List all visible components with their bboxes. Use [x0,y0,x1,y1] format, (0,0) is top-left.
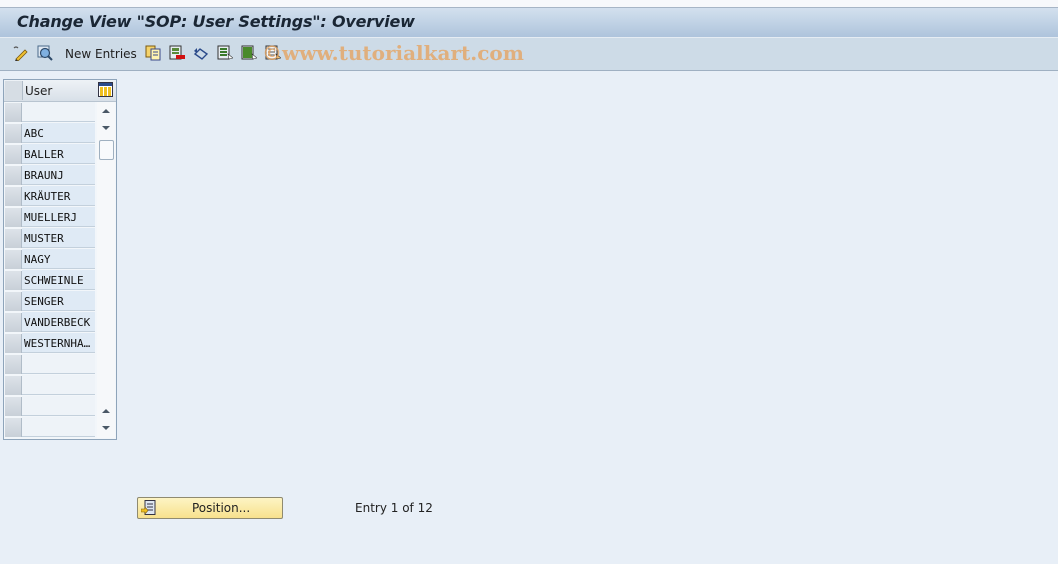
table-settings-icon[interactable] [98,82,113,97]
user-cell[interactable]: BRAUNJ [22,165,95,185]
user-cell[interactable]: SCHWEINLE [22,270,95,290]
row-selector[interactable] [5,103,22,122]
select-all-rows-button[interactable] [5,81,23,100]
page-up-button[interactable] [99,404,113,418]
display-change-icon[interactable] [12,45,28,61]
table-row: VANDERBECK [4,312,96,333]
application-toolbar: New Entries ©www.tutorialkart.com [0,38,1058,71]
title-bar: Change View "SOP: User Settings": Overvi… [0,8,1058,38]
table-row [4,375,96,396]
entry-counter: Entry 1 of 12 [355,501,433,515]
row-selector[interactable] [5,145,22,164]
user-cell[interactable] [22,396,95,416]
top-strip [0,0,1058,8]
table-row: MUELLERJ [4,207,96,228]
row-selector[interactable] [5,166,22,185]
table-row: SENGER [4,291,96,312]
arrow-down-icon [102,426,110,430]
user-cell[interactable]: NAGY [22,249,95,269]
row-selector[interactable] [5,334,22,353]
table-row: MUSTER [4,228,96,249]
table-rows: ABC BALLER BRAUNJ KRÄUTER MUELLERJ MUSTER NAGY… [4,102,96,438]
position-button-label: Position... [192,501,251,515]
user-cell[interactable]: VANDERBECK [22,312,95,332]
user-cell[interactable]: SENGER [22,291,95,311]
users-table: User ABC BALLER BRAUNJ KRÄUTER MUELLERJ MUSTE… [3,79,117,440]
row-selector[interactable] [5,124,22,143]
user-cell[interactable]: WESTERNHA… [22,333,95,353]
arrow-up-icon [102,409,110,413]
arrow-up-icon [102,109,110,113]
table-header: User [4,80,116,102]
row-selector[interactable] [5,187,22,206]
table-row: BRAUNJ [4,165,96,186]
row-selector[interactable] [5,418,22,437]
user-cell[interactable] [22,375,95,395]
table-row [4,396,96,417]
arrow-down-icon [102,126,110,130]
row-selector[interactable] [5,376,22,395]
table-row: BALLER [4,144,96,165]
scroll-thumb[interactable] [99,140,114,160]
scroll-down-button[interactable] [99,121,113,135]
table-row [4,417,96,438]
table-row: WESTERNHA… [4,333,96,354]
row-selector[interactable] [5,250,22,269]
page-down-button[interactable] [99,421,113,435]
select-all-icon[interactable] [217,45,233,61]
row-selector[interactable] [5,292,22,311]
row-selector[interactable] [5,229,22,248]
watermark: ©www.tutorialkart.com [262,41,524,65]
table-row: SCHWEINLE [4,270,96,291]
row-selector[interactable] [5,355,22,374]
position-button[interactable]: Position... [137,497,283,519]
user-cell[interactable]: ABC [22,123,95,143]
user-cell[interactable]: MUELLERJ [22,207,95,227]
copy-as-icon[interactable] [145,45,161,61]
delete-icon[interactable] [169,45,185,61]
vertical-scrollbar[interactable] [97,102,115,438]
table-row [4,354,96,375]
new-entries-button[interactable]: New Entries [65,47,137,61]
user-cell[interactable] [22,354,95,374]
find-icon[interactable] [37,45,53,61]
row-selector[interactable] [5,397,22,416]
user-cell[interactable]: KRÄUTER [22,186,95,206]
row-selector[interactable] [5,208,22,227]
undo-change-icon[interactable] [193,45,209,61]
position-icon [141,500,156,515]
row-selector[interactable] [5,271,22,290]
user-cell[interactable]: BALLER [22,144,95,164]
table-row: ABC [4,123,96,144]
table-row: NAGY [4,249,96,270]
scroll-up-button[interactable] [99,104,113,118]
user-cell[interactable]: MUSTER [22,228,95,248]
row-selector[interactable] [5,313,22,332]
user-cell[interactable] [22,417,95,437]
user-cell[interactable] [22,102,95,122]
table-row [4,102,96,123]
table-row: KRÄUTER [4,186,96,207]
column-header-user[interactable]: User [25,84,52,98]
page-title: Change View "SOP: User Settings": Overvi… [17,12,415,31]
select-block-icon[interactable] [241,45,257,61]
